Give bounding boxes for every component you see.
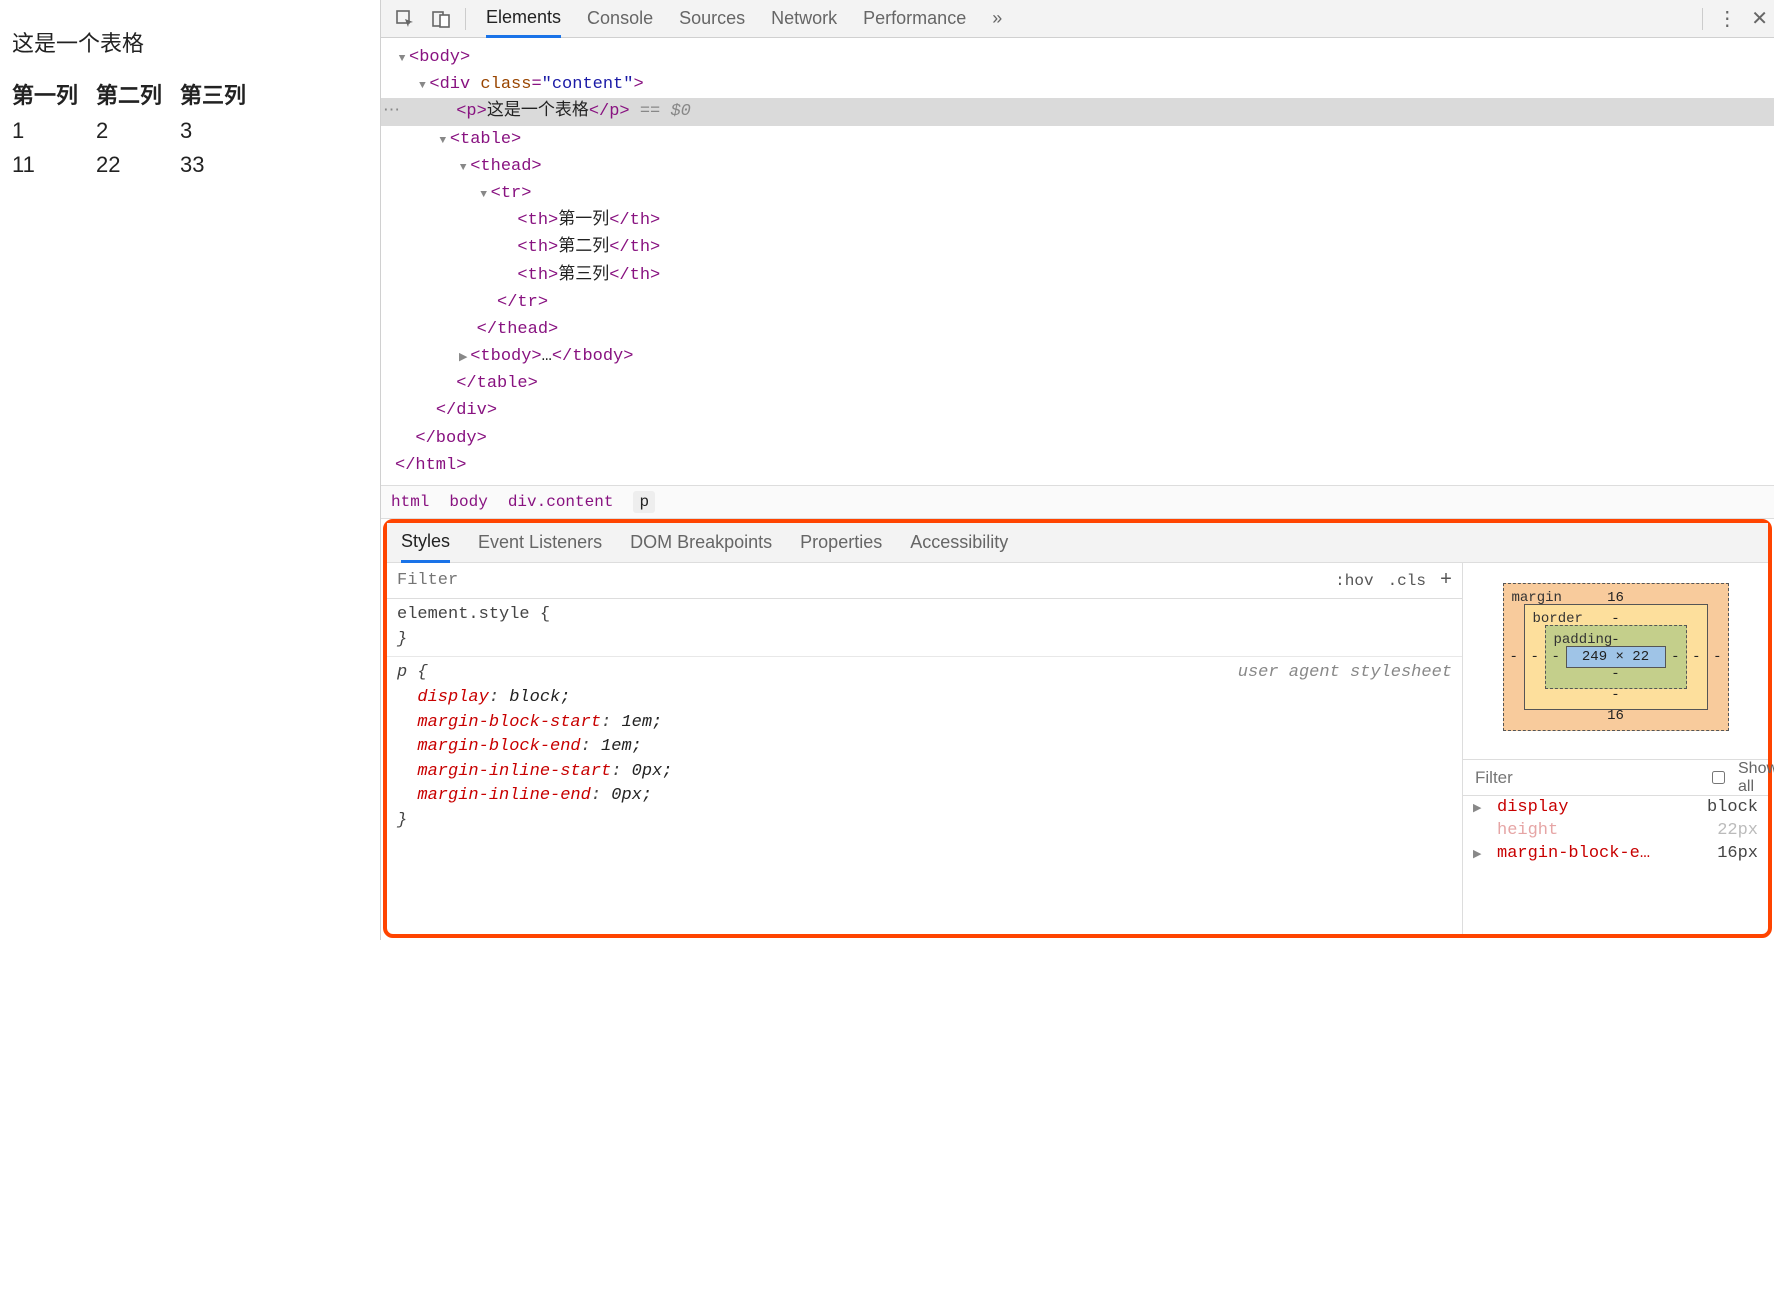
- computed-filter-input[interactable]: [1473, 767, 1698, 789]
- tab-performance[interactable]: Performance: [863, 0, 966, 38]
- device-toolbar-icon[interactable]: [423, 9, 459, 29]
- tab-sources[interactable]: Sources: [679, 0, 745, 38]
- styles-filter-input[interactable]: [387, 563, 1325, 598]
- computed-filterbar: Show all: [1463, 760, 1768, 796]
- page-preview: 这是一个表格 第一列 第二列 第三列 1 2 3 11 22 33: [0, 0, 380, 940]
- crumb-div[interactable]: div.content: [508, 493, 614, 511]
- computed-list[interactable]: ▶ display block height 22px ▶ margin-blo…: [1463, 796, 1768, 865]
- kebab-menu-icon[interactable]: ⋮: [1717, 6, 1737, 31]
- table-row: 1 2 3: [12, 114, 264, 148]
- tab-network[interactable]: Network: [771, 0, 837, 38]
- breadcrumb: html body div.content p: [381, 485, 1774, 519]
- box-model-diagram[interactable]: margin 16 16 - - border - - - - paddin: [1463, 563, 1768, 760]
- cls-toggle[interactable]: .cls: [1388, 572, 1426, 590]
- tab-console[interactable]: Console: [587, 0, 653, 38]
- crumb-p[interactable]: p: [633, 491, 655, 513]
- new-style-rule-icon[interactable]: +: [1440, 571, 1452, 591]
- table-header: 第三列: [180, 74, 264, 114]
- inspect-element-icon[interactable]: [387, 9, 423, 29]
- page-table: 第一列 第二列 第三列 1 2 3 11 22 33: [12, 74, 264, 182]
- styles-rules[interactable]: element.style { } user agent stylesheetp…: [387, 599, 1462, 934]
- dom-tree[interactable]: <body> <div class="content"> <p>这是一个表格</…: [381, 38, 1774, 485]
- tab-event-listeners[interactable]: Event Listeners: [478, 523, 602, 563]
- close-icon[interactable]: ✕: [1751, 6, 1768, 31]
- page-caption: 这是一个表格: [12, 26, 368, 58]
- devtools-toolbar: Elements Console Sources Network Perform…: [381, 0, 1774, 38]
- computed-row[interactable]: ▶ display block: [1463, 796, 1768, 819]
- hov-toggle[interactable]: :hov: [1335, 572, 1373, 590]
- tab-more[interactable]: »: [992, 0, 1002, 38]
- tab-styles[interactable]: Styles: [401, 523, 450, 563]
- show-all-label: Show all: [1738, 760, 1774, 796]
- crumb-html[interactable]: html: [391, 493, 429, 511]
- styles-tabs: Styles Event Listeners DOM Breakpoints P…: [387, 523, 1768, 563]
- devtools-panel: Elements Console Sources Network Perform…: [380, 0, 1774, 940]
- show-all-checkbox[interactable]: [1712, 771, 1725, 784]
- table-header: 第一列: [12, 74, 96, 114]
- styles-filterbar: :hov .cls +: [387, 563, 1462, 599]
- computed-row[interactable]: height 22px: [1463, 819, 1768, 842]
- box-model-content: 249 × 22: [1566, 646, 1666, 668]
- table-row: 11 22 33: [12, 148, 264, 182]
- computed-row[interactable]: ▶ margin-block-e… 16px: [1463, 842, 1768, 865]
- tab-properties[interactable]: Properties: [800, 523, 882, 563]
- tab-accessibility[interactable]: Accessibility: [910, 523, 1008, 563]
- crumb-body[interactable]: body: [449, 493, 487, 511]
- dom-selected-node[interactable]: <p>这是一个表格</p> == $0: [381, 98, 1774, 125]
- tab-dom-breakpoints[interactable]: DOM Breakpoints: [630, 523, 772, 563]
- table-header: 第二列: [96, 74, 180, 114]
- styles-pane-highlighted: Styles Event Listeners DOM Breakpoints P…: [383, 519, 1772, 938]
- tab-elements[interactable]: Elements: [486, 0, 561, 38]
